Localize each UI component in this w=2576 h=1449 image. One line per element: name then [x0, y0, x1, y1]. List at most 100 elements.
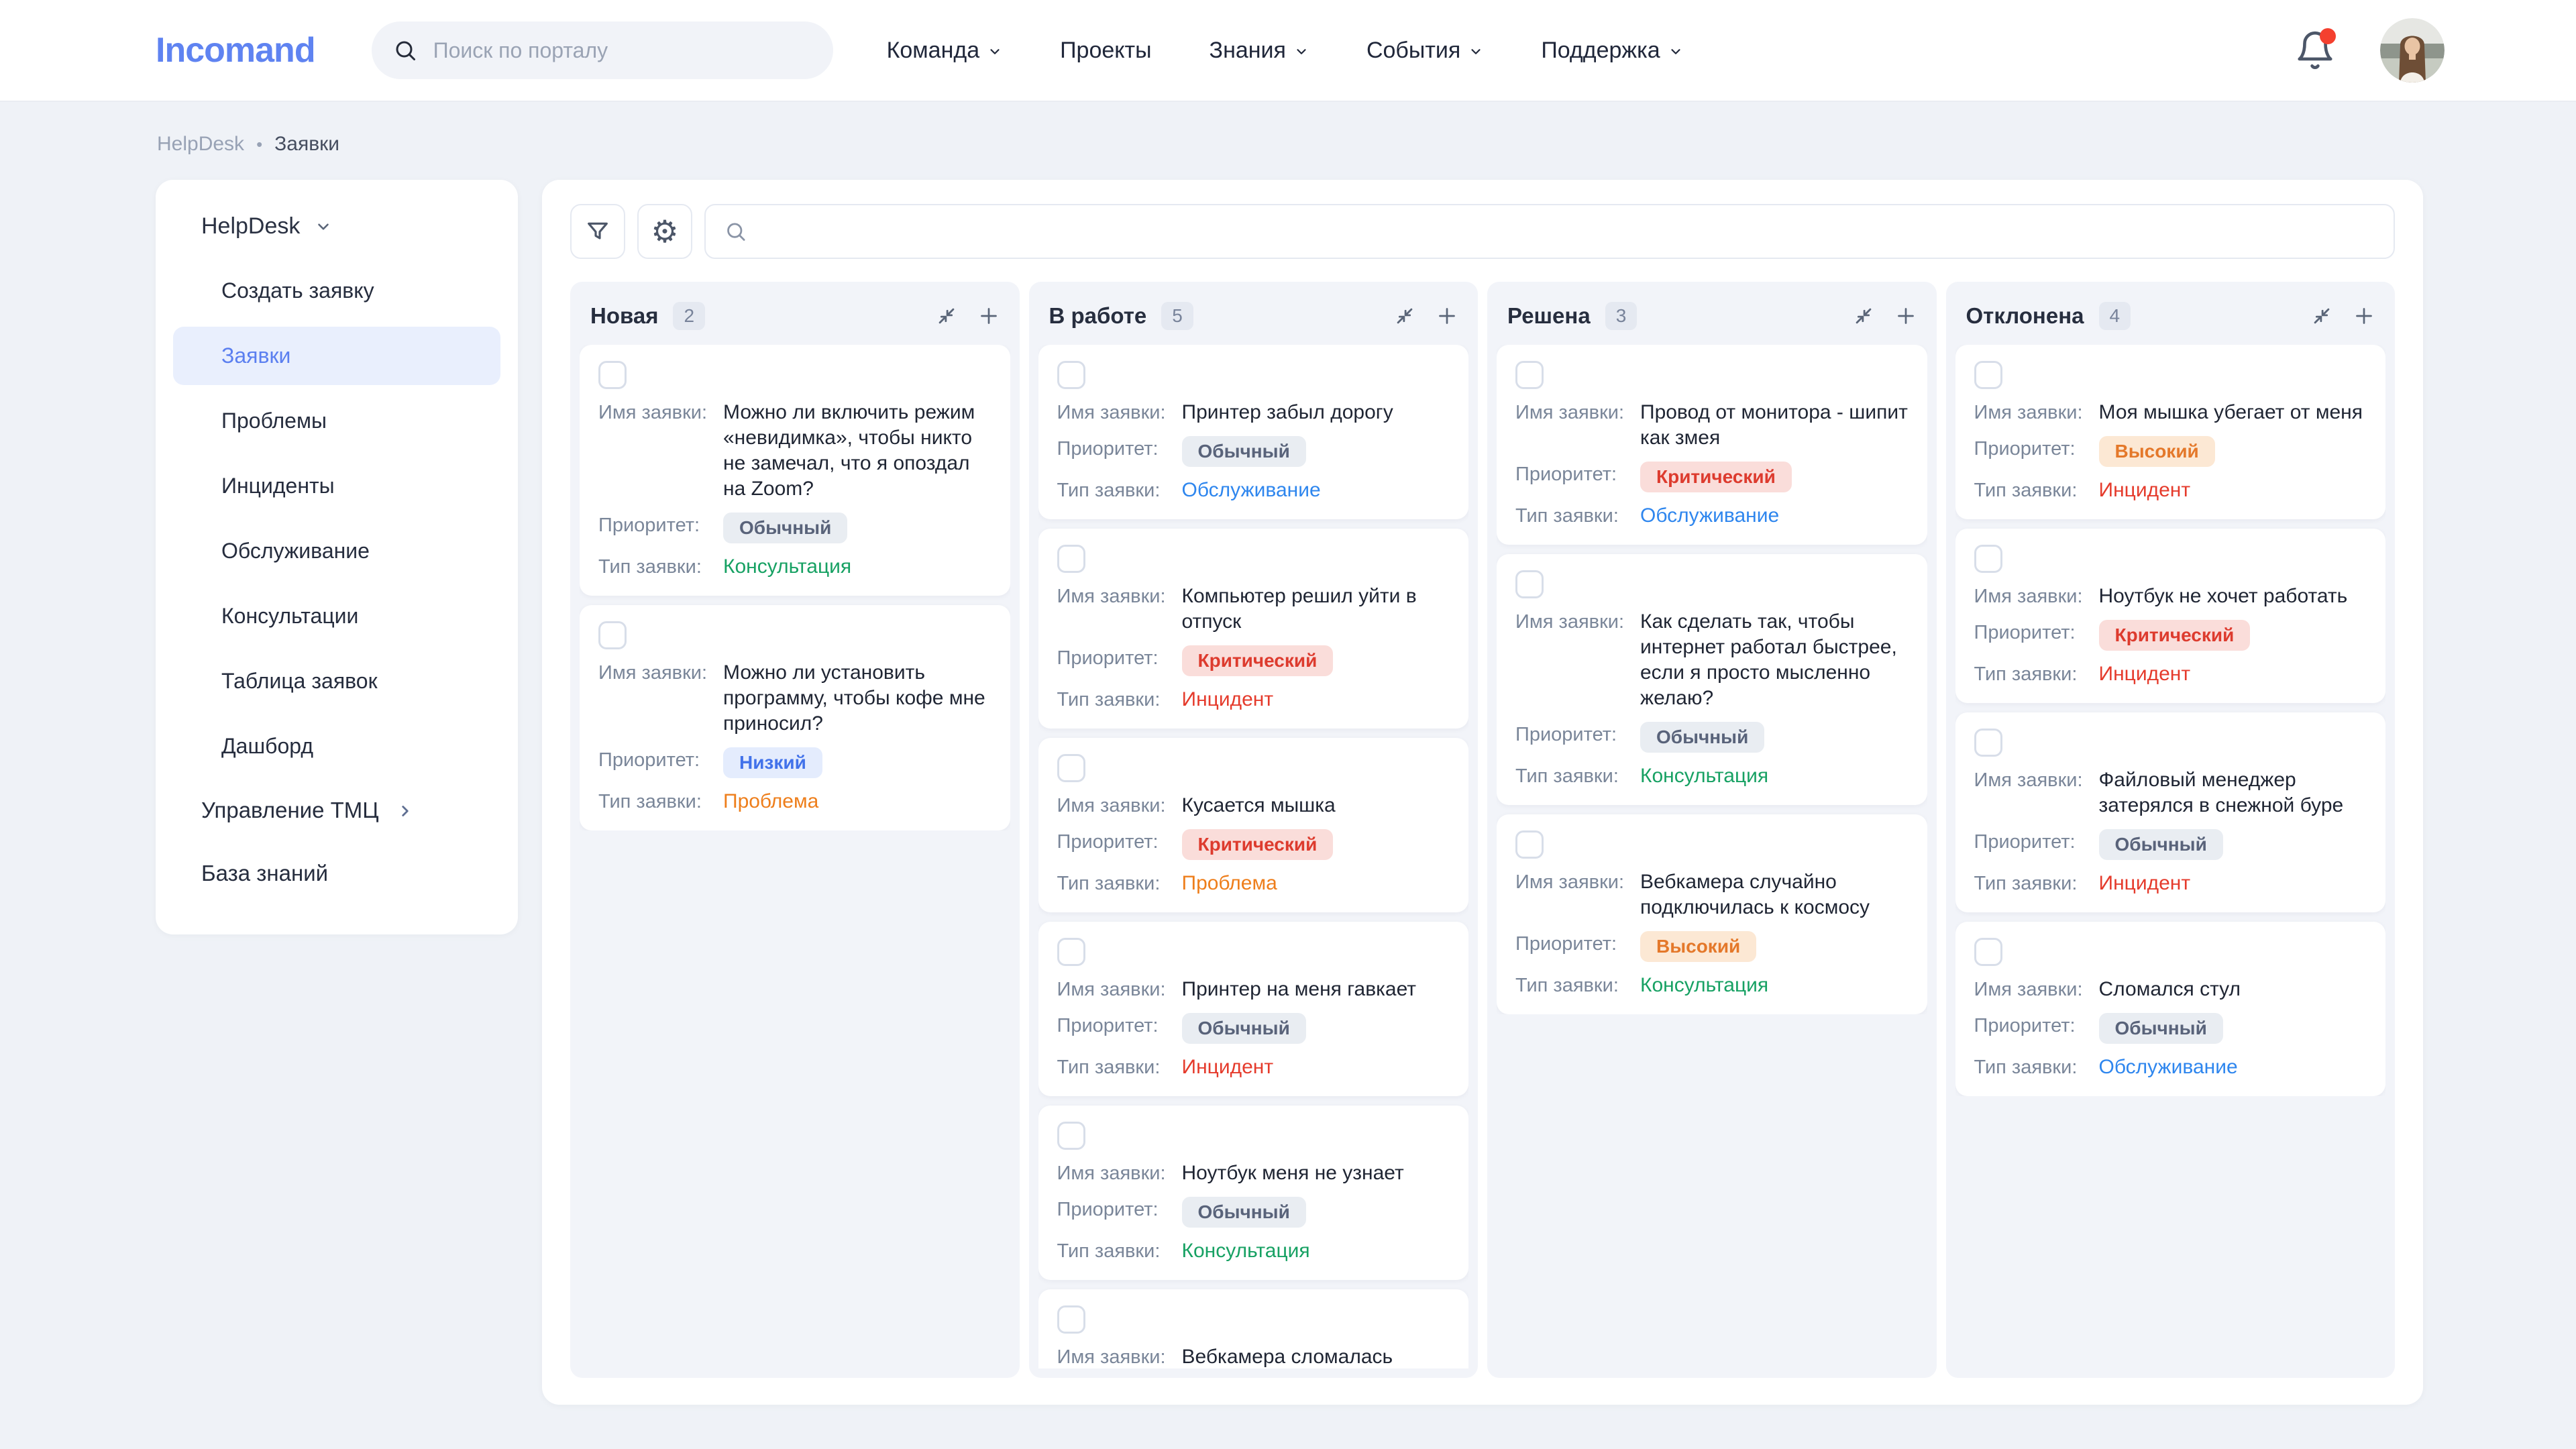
- breadcrumb-link-helpdesk[interactable]: HelpDesk: [157, 133, 244, 156]
- column-count-badge: 4: [2099, 302, 2131, 330]
- collapse-column-button[interactable]: [2310, 305, 2333, 327]
- sidebar-item-active[interactable]: Заявки: [173, 327, 500, 385]
- column-title: Новая: [590, 303, 658, 329]
- card-checkbox[interactable]: [1057, 938, 1085, 966]
- field-label-type: Тип заявки:: [598, 554, 719, 580]
- ticket-card[interactable]: Имя заявки: Как сделать так, чтобы интер…: [1497, 554, 1927, 805]
- field-label-priority: Приоритет:: [1974, 436, 2095, 462]
- sidebar-item[interactable]: Обслуживание: [173, 522, 500, 580]
- card-priority-row: Приоритет: Обычный: [1515, 722, 1909, 753]
- card-checkbox[interactable]: [1057, 1305, 1085, 1334]
- ticket-card[interactable]: Имя заявки: Вебкамера сломалась Приорите…: [1038, 1289, 1469, 1368]
- app-logo[interactable]: Incomand: [156, 30, 315, 70]
- sidebar-item[interactable]: Дашборд: [173, 717, 500, 775]
- collapse-column-button[interactable]: [1852, 305, 1875, 327]
- settings-button[interactable]: ⚙︎: [637, 204, 692, 259]
- card-priority-row: Приоритет: Обычный: [1057, 1197, 1450, 1228]
- column-cards: Имя заявки: Моя мышка убегает от меня Пр…: [1955, 345, 2386, 1096]
- field-label-priority: Приоритет:: [598, 513, 719, 538]
- card-name-row: Имя заявки: Вебкамера сломалась: [1057, 1344, 1450, 1368]
- field-label-name: Имя заявки:: [1057, 1344, 1178, 1368]
- sidebar-title[interactable]: HelpDesk: [173, 207, 500, 258]
- nav-item[interactable]: Команда: [887, 38, 1003, 64]
- card-checkbox[interactable]: [1515, 830, 1544, 859]
- field-label-type: Тип заявки:: [1057, 1055, 1178, 1080]
- field-label-name: Имя заявки:: [1974, 584, 2095, 609]
- ticket-card[interactable]: Имя заявки: Файловый менеджер затерялся …: [1955, 712, 2386, 912]
- board-toolbar: ⚙︎: [570, 204, 2395, 259]
- sidebar-section-item[interactable]: Управление ТМЦ: [173, 779, 500, 842]
- ticket-card[interactable]: Имя заявки: Моя мышка убегает от меня Пр…: [1955, 345, 2386, 519]
- card-checkbox[interactable]: [598, 621, 627, 649]
- ticket-name: Можно ли включить режим «невидимка», что…: [723, 400, 991, 502]
- priority-badge: Критический: [1640, 462, 1792, 492]
- add-card-button[interactable]: [1894, 304, 1918, 328]
- field-label-name: Имя заявки:: [598, 660, 719, 686]
- nav-item[interactable]: Проекты: [1060, 38, 1151, 64]
- ticket-name: Можно ли установить программу, чтобы коф…: [723, 660, 991, 737]
- column-header: В работе 5: [1038, 291, 1469, 345]
- add-card-button[interactable]: [1435, 304, 1459, 328]
- sidebar-item[interactable]: Создать заявку: [173, 262, 500, 320]
- priority-badge: Низкий: [723, 747, 822, 778]
- column-cards: Имя заявки: Принтер забыл дорогу Приорит…: [1038, 345, 1469, 1368]
- card-checkbox[interactable]: [1974, 729, 2002, 757]
- breadcrumb-separator: •: [256, 134, 262, 155]
- ticket-card[interactable]: Имя заявки: Сломался стул Приоритет: Обы…: [1955, 922, 2386, 1096]
- field-label-type: Тип заявки:: [1057, 687, 1178, 712]
- card-checkbox[interactable]: [1974, 361, 2002, 389]
- collapse-column-button[interactable]: [1393, 305, 1416, 327]
- card-checkbox[interactable]: [598, 361, 627, 389]
- user-avatar[interactable]: [2380, 18, 2445, 83]
- field-label-type: Тип заявки:: [1974, 1055, 2095, 1080]
- ticket-card[interactable]: Имя заявки: Принтер на меня гавкает Прио…: [1038, 922, 1469, 1096]
- sidebar-items: Создать заявку Заявки Проблемы Инциденты…: [173, 258, 500, 779]
- ticket-card[interactable]: Имя заявки: Кусается мышка Приоритет: Кр…: [1038, 738, 1469, 912]
- chevron-down-icon: [987, 44, 1002, 59]
- card-name-row: Имя заявки: Принтер на меня гавкает: [1057, 977, 1450, 1002]
- card-checkbox[interactable]: [1057, 754, 1085, 782]
- ticket-name: Вебкамера случайно подключилась к космос…: [1640, 869, 1909, 920]
- breadcrumb: HelpDesk • Заявки: [0, 102, 2576, 156]
- collapse-column-button[interactable]: [935, 305, 958, 327]
- card-checkbox[interactable]: [1974, 545, 2002, 573]
- nav-item[interactable]: Поддержка: [1541, 38, 1682, 64]
- add-card-button[interactable]: [2352, 304, 2376, 328]
- ticket-card[interactable]: Имя заявки: Вебкамера случайно подключил…: [1497, 814, 1927, 1014]
- card-checkbox[interactable]: [1057, 361, 1085, 389]
- ticket-card[interactable]: Имя заявки: Принтер забыл дорогу Приорит…: [1038, 345, 1469, 519]
- filter-button[interactable]: [570, 204, 625, 259]
- ticket-card[interactable]: Имя заявки: Ноутбук не хочет работать Пр…: [1955, 529, 2386, 703]
- sidebar-item[interactable]: Таблица заявок: [173, 652, 500, 710]
- field-label-priority: Приоритет:: [1057, 1013, 1178, 1038]
- sidebar-item[interactable]: Инциденты: [173, 457, 500, 515]
- field-label-priority: Приоритет:: [1057, 436, 1178, 462]
- portal-search-input[interactable]: [432, 38, 825, 64]
- sidebar-item[interactable]: Консультации: [173, 587, 500, 645]
- field-label-priority: Приоритет:: [1515, 722, 1636, 747]
- ticket-card[interactable]: Имя заявки: Ноутбук меня не узнает Приор…: [1038, 1106, 1469, 1280]
- add-card-button[interactable]: [977, 304, 1001, 328]
- ticket-card[interactable]: Имя заявки: Компьютер решил уйти в отпус…: [1038, 529, 1469, 729]
- ticket-card[interactable]: Имя заявки: Можно ли включить режим «нев…: [580, 345, 1010, 596]
- field-label-type: Тип заявки:: [1057, 1238, 1178, 1264]
- card-checkbox[interactable]: [1057, 1122, 1085, 1150]
- card-checkbox[interactable]: [1515, 570, 1544, 598]
- nav-item[interactable]: События: [1366, 38, 1483, 64]
- header-right: [2294, 18, 2445, 83]
- card-checkbox[interactable]: [1515, 361, 1544, 389]
- nav-item[interactable]: Знания: [1210, 38, 1309, 64]
- portal-search[interactable]: [372, 21, 833, 79]
- ticket-card[interactable]: Имя заявки: Провод от монитора - шипит к…: [1497, 345, 1927, 545]
- board-search[interactable]: [704, 204, 2395, 259]
- notifications-button[interactable]: [2294, 30, 2336, 71]
- ticket-card[interactable]: Имя заявки: Можно ли установить программ…: [580, 605, 1010, 830]
- breadcrumb-current: Заявки: [274, 133, 339, 156]
- card-checkbox[interactable]: [1057, 545, 1085, 573]
- board-search-input[interactable]: [760, 219, 2375, 244]
- card-checkbox[interactable]: [1974, 938, 2002, 966]
- sidebar-section-item[interactable]: База знаний: [173, 842, 500, 905]
- nav-item-label: Команда: [887, 38, 980, 64]
- field-label-type: Тип заявки:: [1057, 478, 1178, 503]
- sidebar-item[interactable]: Проблемы: [173, 392, 500, 450]
